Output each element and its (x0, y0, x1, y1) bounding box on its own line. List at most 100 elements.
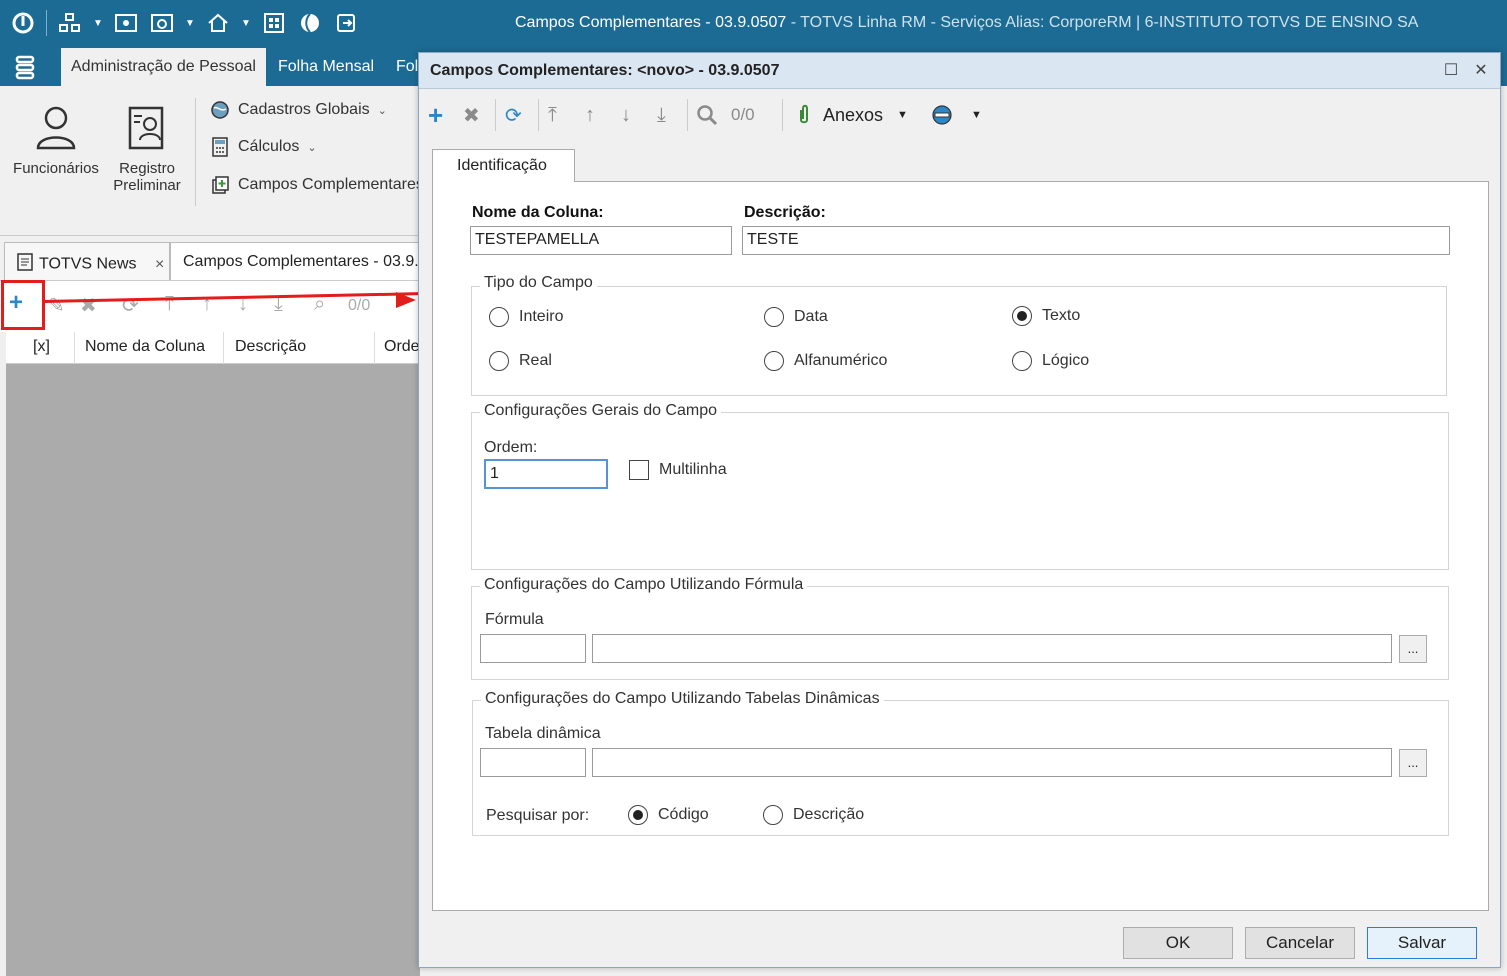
registro-label-2: Preliminar (113, 177, 181, 194)
caret-down-icon: ▼ (971, 109, 982, 121)
radio-data[interactable]: Data (764, 307, 828, 327)
radio-indicator (764, 351, 784, 371)
caret-down-icon: ▼ (897, 109, 908, 121)
delete-icon[interactable]: ✖ (463, 101, 480, 129)
document-tabs: TOTVS News × Campos Complementares - 03.… (0, 236, 420, 280)
globe-icon[interactable] (297, 10, 323, 36)
radio-codigo[interactable]: Código (628, 805, 709, 825)
add-icon[interactable]: + (428, 100, 443, 130)
radio-real-label: Real (519, 352, 552, 369)
column-select[interactable]: [x] (33, 338, 50, 356)
record-counter: 0/0 (348, 297, 371, 314)
save-button[interactable]: Salvar (1367, 927, 1477, 959)
radio-texto[interactable]: Texto (1012, 306, 1080, 326)
radio-indicator (489, 307, 509, 327)
last-record-icon[interactable]: ⤓ (657, 101, 666, 129)
separator (687, 99, 688, 131)
calculator-icon (210, 137, 230, 157)
descricao-input[interactable]: TESTE (742, 226, 1450, 255)
checkbox-box (629, 460, 649, 480)
radio-real[interactable]: Real (489, 351, 552, 371)
title-bar: ▼ ▼ ▼ Campos Complementares - 03.9.0507 … (0, 0, 1507, 48)
ordem-input[interactable]: 1 (484, 459, 608, 489)
column-nome-da-coluna[interactable]: Nome da Coluna (85, 338, 205, 356)
separator (46, 10, 47, 36)
ribbon-separator (195, 98, 196, 206)
ordem-label: Ordem: (484, 439, 538, 456)
calculos-label: Cálculos (238, 138, 300, 155)
maximize-icon[interactable]: ☐ (1439, 59, 1463, 83)
grid-icon[interactable] (261, 10, 287, 36)
tab-campos-complementares[interactable]: Campos Complementares - 03.9. (170, 242, 420, 280)
funcionarios-button[interactable]: Funcionários (8, 104, 104, 177)
radio-alfanumerico[interactable]: Alfanumérico (764, 351, 887, 371)
search-icon[interactable] (696, 101, 718, 129)
close-icon[interactable]: × (155, 256, 164, 273)
tabela-dinamica-code-input[interactable] (480, 748, 586, 777)
radio-codigo-label: Código (658, 806, 709, 823)
view-icon[interactable] (113, 10, 139, 36)
add-document-icon (210, 175, 230, 195)
chevron-down-icon[interactable]: ▼ (185, 10, 195, 36)
anexos-dropdown[interactable]: Anexos ▼ (797, 101, 908, 129)
formula-description-input[interactable] (592, 634, 1392, 663)
nome-da-coluna-label: Nome da Coluna: (472, 204, 604, 221)
multilinha-label: Multilinha (659, 461, 727, 478)
column-descricao[interactable]: Descrição (235, 338, 306, 356)
campos-complementares-dialog: Campos Complementares: <novo> - 03.9.050… (418, 52, 1501, 968)
nome-da-coluna-input[interactable]: TESTEPAMELLA (470, 226, 732, 255)
multilinha-checkbox[interactable]: Multilinha (629, 460, 727, 480)
radio-logico[interactable]: Lógico (1012, 351, 1089, 371)
radio-inteiro[interactable]: Inteiro (489, 307, 563, 327)
hierarchy-icon[interactable] (57, 10, 83, 36)
campos-complementares-menu[interactable]: Campos Complementares (210, 175, 424, 195)
funcionarios-label: Funcionários (13, 160, 99, 177)
next-record-icon[interactable]: ↓ (621, 101, 631, 129)
tab-administracao-de-pessoal[interactable]: Administração de Pessoal (61, 48, 266, 86)
cadastros-globais-menu[interactable]: Cadastros Globais ⌄ (210, 100, 387, 120)
refresh-icon[interactable]: ⟳ (122, 293, 139, 318)
formula-group-title: Configurações do Campo Utilizando Fórmul… (480, 576, 808, 594)
app-menu-icon[interactable] (14, 54, 44, 80)
edit-icon[interactable]: ✎ (48, 293, 65, 318)
tab-folha-mensal[interactable]: Folha Mensal (268, 48, 384, 86)
dialog-title: Campos Complementares: <novo> - 03.9.050… (430, 62, 780, 79)
grid-body (6, 364, 420, 976)
chevron-down-icon[interactable]: ▼ (93, 10, 103, 36)
tipo-do-campo-title: Tipo do Campo (480, 274, 597, 292)
cancel-button[interactable]: Cancelar (1245, 927, 1355, 959)
exit-icon[interactable] (333, 10, 359, 36)
home-icon[interactable] (205, 10, 231, 36)
window-title-info: - TOTVS Linha RM - Serviços Alias: Corpo… (786, 14, 1419, 31)
close-icon[interactable]: ✕ (1469, 59, 1493, 83)
formula-lookup-button[interactable]: ... (1399, 635, 1427, 663)
window-title-main: Campos Complementares - 03.9.0507 (515, 14, 787, 31)
totvs-logo-icon[interactable] (10, 10, 36, 36)
refresh-icon[interactable]: ⟳ (505, 101, 522, 129)
delete-icon[interactable]: ✖ (80, 293, 97, 318)
descricao-label: Descrição: (744, 204, 826, 221)
chevron-down-icon[interactable]: ▼ (241, 10, 251, 36)
ok-button[interactable]: OK (1123, 927, 1233, 959)
paperclip-icon (797, 104, 811, 126)
tab-totvs-news[interactable]: TOTVS News × (4, 242, 170, 280)
refresh-window-icon[interactable] (149, 10, 175, 36)
campos-complementares-label: Campos Complementares (238, 176, 424, 193)
formula-code-input[interactable] (480, 634, 586, 663)
radio-descricao[interactable]: Descrição (763, 805, 864, 825)
tabela-dinamica-lookup-button[interactable]: ... (1399, 749, 1427, 777)
record-counter: 0/0 (731, 105, 755, 124)
registro-preliminar-button[interactable]: Registro Preliminar (104, 104, 190, 194)
tabela-dinamica-description-input[interactable] (592, 748, 1392, 777)
calculos-menu[interactable]: Cálculos ⌄ (210, 137, 317, 157)
column-ordem[interactable]: Orde (384, 338, 420, 356)
radio-indicator (1012, 351, 1032, 371)
radio-data-label: Data (794, 308, 828, 325)
previous-record-icon[interactable]: ↑ (585, 101, 595, 129)
first-record-icon[interactable]: ⤒ (548, 101, 557, 129)
storage-dropdown[interactable]: ▼ (931, 101, 982, 129)
identificacao-panel: Nome da Coluna: TESTEPAMELLA Descrição: … (432, 181, 1489, 911)
ribbon: Funcionários Registro Preliminar Cadastr… (0, 86, 424, 236)
radio-indicator (763, 805, 783, 825)
tab-identificacao[interactable]: Identificação (432, 149, 575, 182)
